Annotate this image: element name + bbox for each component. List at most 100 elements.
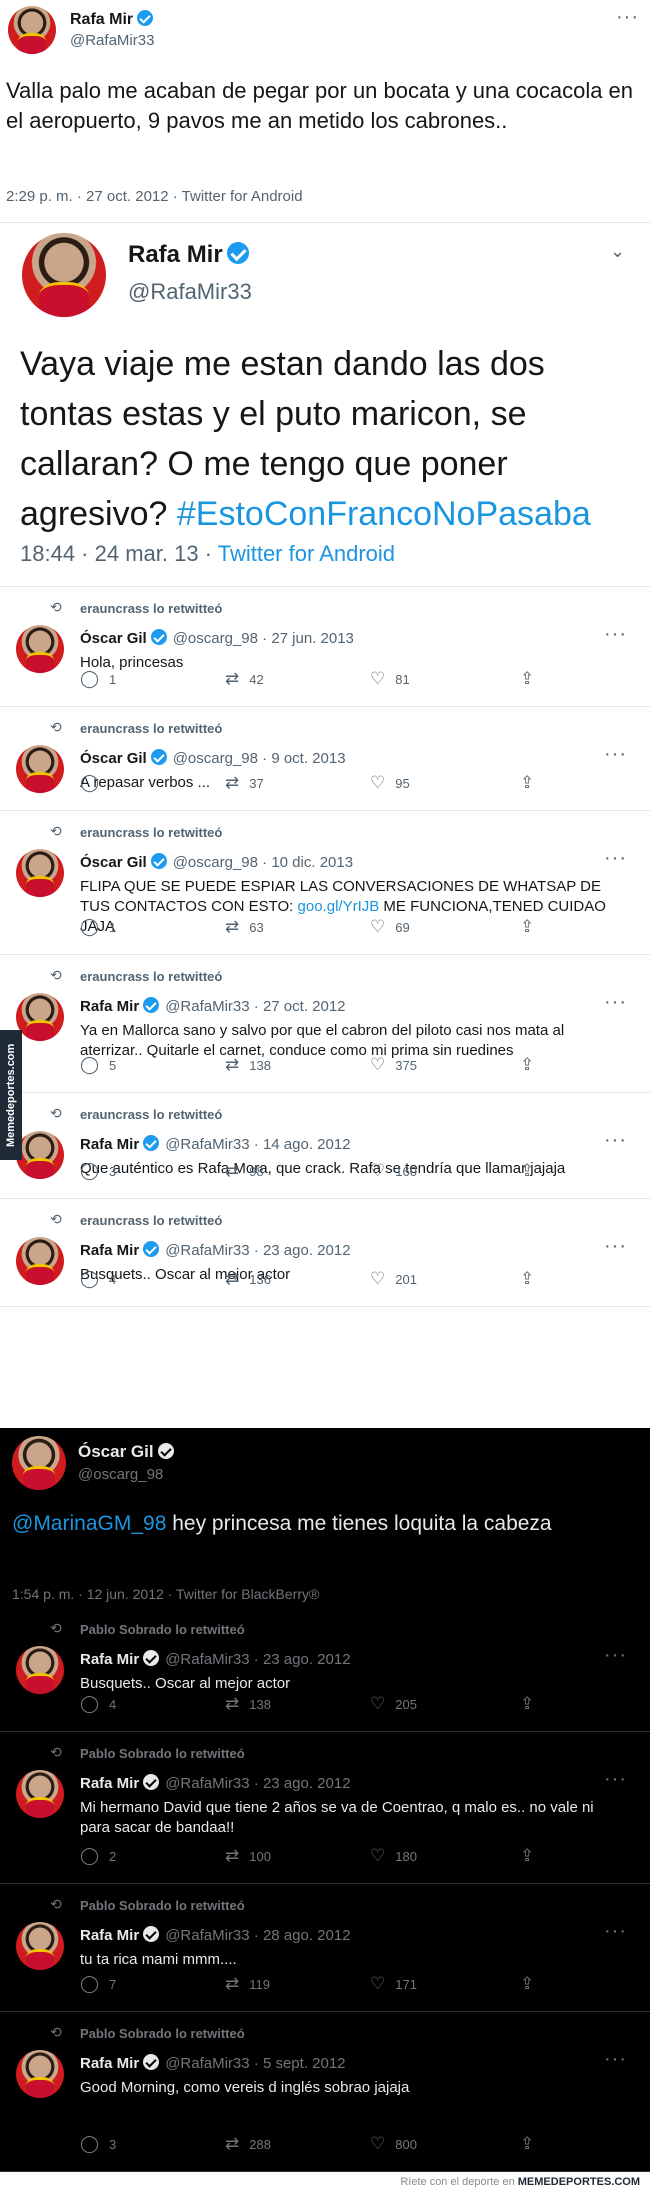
tweet-link[interactable]: goo.gl/YrIJB — [298, 898, 380, 915]
more-options-icon[interactable]: ··· — [604, 1768, 627, 1791]
author-name[interactable]: Óscar Gil — [78, 1442, 174, 1462]
more-options-icon[interactable]: ··· — [604, 2048, 627, 2071]
avatar[interactable] — [8, 6, 56, 54]
divider — [0, 1306, 650, 1307]
author-name[interactable]: Rafa Mir — [70, 10, 154, 29]
retweet-item[interactable]: ⟲ erauncrass lo retwitteó Óscar Gil @osca… — [0, 707, 650, 811]
more-options-icon[interactable]: ··· — [616, 6, 639, 29]
more-options-icon[interactable]: ··· — [604, 743, 627, 766]
like-button[interactable]: ♡ 180 — [370, 1846, 417, 1866]
author-line[interactable]: Rafa Mir @RafaMir33 · 23 ago. 2012 — [80, 1774, 351, 1792]
author-line[interactable]: Rafa Mir @RafaMir33 · 23 ago. 2012 — [80, 1241, 351, 1259]
author-line[interactable]: Rafa Mir @RafaMir33 · 28 ago. 2012 — [80, 1926, 351, 1944]
reply-button[interactable]: ◯ — [80, 773, 109, 793]
author-line[interactable]: Rafa Mir @RafaMir33 · 14 ago. 2012 — [80, 1135, 351, 1153]
avatar[interactable] — [16, 2050, 64, 2098]
reply-button[interactable]: ◯ 2 — [80, 1846, 116, 1866]
share-button[interactable]: ⇪ — [520, 1846, 534, 1866]
reply-button[interactable]: ◯ 7 — [80, 1974, 116, 1994]
retweet-item[interactable]: ⟲ erauncrass lo retwitteó Rafa Mir @RafaM… — [0, 955, 650, 1093]
avatar[interactable] — [16, 993, 64, 1041]
like-button[interactable]: ♡ 201 — [370, 1269, 417, 1289]
retweet-button[interactable]: ⇄ 98 — [225, 1161, 264, 1181]
more-options-icon[interactable]: ··· — [604, 991, 627, 1014]
avatar[interactable] — [16, 1131, 64, 1179]
avatar[interactable] — [16, 1646, 64, 1694]
reply-button[interactable]: ◯ 1 — [80, 917, 116, 937]
share-button[interactable]: ⇪ — [520, 2134, 534, 2154]
author-line[interactable]: Óscar Gil @oscarg_98 · 27 jun. 2013 — [80, 629, 354, 647]
share-button[interactable]: ⇪ — [520, 669, 534, 689]
retweet-button[interactable]: ⇄ 42 — [225, 669, 264, 689]
reply-button[interactable]: ◯ 5 — [80, 1055, 116, 1075]
more-options-icon[interactable]: ··· — [604, 1920, 627, 1943]
more-options-icon[interactable]: ··· — [604, 623, 627, 646]
author-line[interactable]: Óscar Gil @oscarg_98 · 10 dic. 2013 — [80, 853, 353, 871]
avatar[interactable] — [16, 1237, 64, 1285]
retweet-item[interactable]: ⟲ erauncrass lo retwitteó Óscar Gil @osca… — [0, 811, 650, 955]
mention-link[interactable]: @MarinaGM_98 — [12, 1512, 166, 1535]
retweet-button[interactable]: ⇄ 37 — [225, 773, 264, 793]
retweet-button[interactable]: ⇄ 138 — [225, 1055, 271, 1075]
retweet-button[interactable]: ⇄ 288 — [225, 2134, 271, 2154]
reply-button[interactable]: ◯ 4 — [80, 1269, 116, 1289]
share-button[interactable]: ⇪ — [520, 773, 534, 793]
retweet-item[interactable]: ⟲ Pablo Sobrado lo retwitteó Rafa Mir @Ra… — [0, 1608, 650, 1732]
share-button[interactable]: ⇪ — [520, 1974, 534, 1994]
author-handle[interactable]: @oscarg_98 — [78, 1466, 163, 1483]
like-button[interactable]: ♡ 205 — [370, 1694, 417, 1714]
reply-button[interactable]: ◯ 3 — [80, 2134, 116, 2154]
retweet-item[interactable]: ⟲ Pablo Sobrado lo retwitteó Rafa Mir @Ra… — [0, 2012, 650, 2172]
retweet-item[interactable]: ⟲ Pablo Sobrado lo retwitteó Rafa Mir @Ra… — [0, 1884, 650, 2012]
like-button[interactable]: ♡ 95 — [370, 773, 410, 793]
like-button[interactable]: ♡ 171 — [370, 1974, 417, 1994]
avatar[interactable] — [22, 233, 106, 317]
more-options-icon[interactable]: ··· — [604, 1644, 627, 1667]
author-handle[interactable]: @RafaMir33 — [70, 32, 154, 49]
retweet-item[interactable]: ⟲ erauncrass lo retwitteó Rafa Mir @RafaM… — [0, 1199, 650, 1307]
avatar[interactable] — [12, 1436, 66, 1490]
chevron-down-icon[interactable]: ⌄ — [610, 241, 625, 262]
tweet-timestamp[interactable]: 2:29 p. m. · 27 oct. 2012 · Twitter for … — [6, 188, 303, 205]
more-options-icon[interactable]: ··· — [604, 1235, 627, 1258]
like-button[interactable]: ♡ 800 — [370, 2134, 417, 2154]
retweet-button[interactable]: ⇄ 63 — [225, 917, 264, 937]
retweet-button[interactable]: ⇄ 100 — [225, 1846, 271, 1866]
tweet-timestamp[interactable]: 1:54 p. m. · 12 jun. 2012 · Twitter for … — [12, 1586, 319, 1602]
like-button[interactable]: ♡ 69 — [370, 917, 410, 937]
retweet-item[interactable]: ⟲ erauncrass lo retwitteó Rafa Mir @RafaM… — [0, 1093, 650, 1199]
avatar[interactable] — [16, 849, 64, 897]
avatar[interactable] — [16, 745, 64, 793]
retweet-button[interactable]: ⇄ 136 — [225, 1269, 271, 1289]
retweet-item[interactable]: ⟲ Pablo Sobrado lo retwitteó Rafa Mir @Ra… — [0, 1732, 650, 1884]
like-button[interactable]: ♡ 375 — [370, 1055, 417, 1075]
reply-button[interactable]: ◯ 4 — [80, 1694, 116, 1714]
more-options-icon[interactable]: ··· — [604, 1129, 627, 1152]
hashtag-link[interactable]: #EstoConFrancoNoPasaba — [177, 495, 591, 533]
author-handle[interactable]: @RafaMir33 — [128, 279, 252, 305]
author-line[interactable]: Óscar Gil @oscarg_98 · 9 oct. 2013 — [80, 749, 346, 767]
reply-button[interactable]: ◯ 3 — [80, 1161, 116, 1181]
like-button[interactable]: ♡ 160 — [370, 1161, 417, 1181]
share-button[interactable]: ⇪ — [520, 1055, 534, 1075]
retweet-button[interactable]: ⇄ 119 — [225, 1974, 270, 1994]
share-button[interactable]: ⇪ — [520, 1161, 534, 1181]
more-options-icon[interactable]: ··· — [604, 847, 627, 870]
author-name[interactable]: Rafa Mir — [128, 241, 249, 269]
share-button[interactable]: ⇪ — [520, 1269, 534, 1289]
verified-icon — [150, 853, 167, 869]
like-button[interactable]: ♡ 81 — [370, 669, 410, 689]
author-line[interactable]: Rafa Mir @RafaMir33 · 27 oct. 2012 — [80, 997, 346, 1015]
retweet-icon: ⇄ — [225, 773, 240, 792]
share-button[interactable]: ⇪ — [520, 1694, 534, 1714]
retweet-item[interactable]: ⟲ erauncrass lo retwitteó Óscar Gil @osca… — [0, 587, 650, 707]
tweet-timestamp[interactable]: 18:44 · 24 mar. 13 · Twitter for Android — [20, 541, 395, 567]
avatar[interactable] — [16, 1770, 64, 1818]
author-line[interactable]: Rafa Mir @RafaMir33 · 23 ago. 2012 — [80, 1650, 351, 1668]
retweet-button[interactable]: ⇄ 138 — [225, 1694, 271, 1714]
share-button[interactable]: ⇪ — [520, 917, 534, 937]
reply-button[interactable]: ◯ 1 — [80, 669, 116, 689]
author-line[interactable]: Rafa Mir @RafaMir33 · 5 sept. 2012 — [80, 2054, 346, 2072]
avatar[interactable] — [16, 625, 64, 673]
avatar[interactable] — [16, 1922, 64, 1970]
